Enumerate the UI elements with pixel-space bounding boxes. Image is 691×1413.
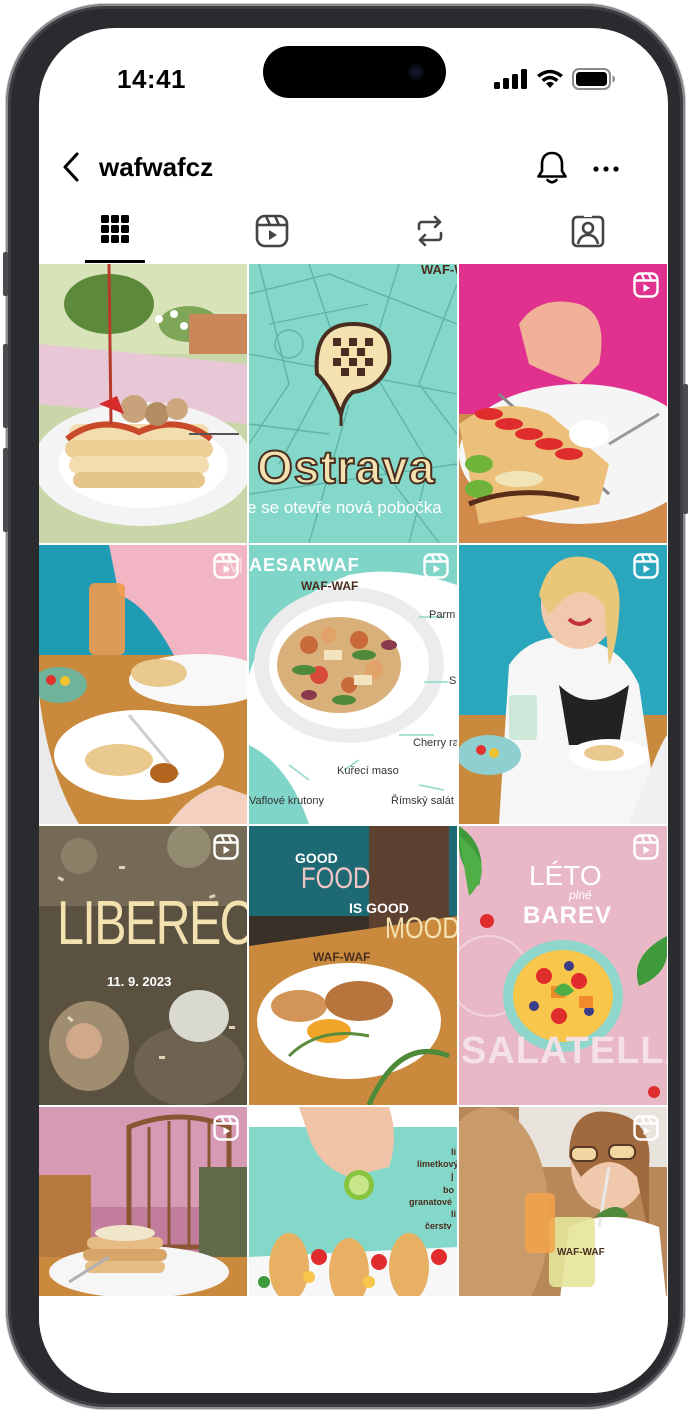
ingredient-label-5: Vaflové krutony [249, 795, 325, 807]
wifi-icon [537, 69, 563, 88]
recipe-text-5: granatové [409, 1197, 453, 1207]
repost-icon [417, 215, 443, 247]
post-text-barev: BAREV [523, 902, 613, 929]
reels-badge-icon [213, 553, 239, 579]
volume-up-button [3, 344, 8, 428]
grid-post-11[interactable]: li limetkový j bo granatové li čerstv [249, 1107, 457, 1306]
post-caption-text: e se otevře nová pobočka [249, 498, 442, 517]
grid-post-5[interactable]: AESARWAF WAF-WAF Parm S Cherry ra Kuřecí… [249, 545, 457, 824]
status-time: 14:41 [117, 64, 186, 94]
dynamic-island [263, 46, 446, 98]
active-tab-indicator [85, 260, 145, 263]
grid-post-9[interactable]: LÉTO plné BAREV SALATELLA [459, 826, 667, 1105]
post-image [39, 826, 247, 1105]
grid-post-2[interactable]: WAF-WAF Ostrava e se otevře nová pobočka [249, 264, 457, 543]
post-image [39, 545, 247, 824]
grid-post-4[interactable]: M [39, 545, 247, 824]
reels-badge-icon [633, 553, 659, 579]
tab-posts-grid[interactable] [84, 208, 146, 264]
reels-badge-icon [423, 553, 449, 579]
post-image [459, 545, 667, 824]
volume-down-button [3, 448, 8, 532]
ingredient-label-6: Římský salát [391, 795, 454, 807]
profile-username[interactable]: wafwafcz [99, 152, 213, 183]
post-logo-text: WAF-WAF [313, 950, 371, 964]
profile-header: wafwafcz [39, 136, 668, 200]
reels-badge-icon [633, 834, 659, 860]
post-logo-text: WAF-WAF [301, 579, 359, 593]
post-logo-text: WAF-WAF [421, 264, 457, 277]
recipe-text-1: li [451, 1147, 457, 1157]
reels-badge-icon [633, 272, 659, 298]
screen: 14:41 wafwafcz WAF- Ostrava e se otevře … [39, 28, 668, 1393]
post-title-text: AESARWAF [249, 555, 360, 575]
recipe-text-4: bo [443, 1185, 454, 1195]
post-image [459, 264, 667, 543]
post-text-food: FOOD [301, 862, 371, 895]
reels-badge-icon [213, 834, 239, 860]
post-text-plne: plné [569, 888, 592, 902]
post-text-mood: MOOD [385, 912, 457, 945]
power-button [683, 384, 688, 514]
post-city-text: Ostrava [256, 440, 436, 494]
grid-post-7[interactable]: LIBEREC 11. 9. 2023 [39, 826, 247, 1105]
ingredient-label-3: Cherry ra [413, 737, 457, 749]
grid-post-6[interactable] [459, 545, 667, 824]
post-date-text: 11. 9. 2023 [107, 974, 172, 989]
more-options-button[interactable] [591, 154, 621, 184]
grid-post-3[interactable] [459, 264, 667, 543]
more-horizontal-icon [593, 166, 619, 172]
recipe-text-2: limetkový [417, 1159, 457, 1169]
status-icons [494, 68, 616, 90]
tagged-person-icon [571, 214, 605, 248]
ingredient-label-2: S [449, 675, 457, 687]
grid-icon [101, 215, 129, 243]
post-city-text: LIBEREC [57, 889, 247, 958]
phone-frame: 14:41 wafwafcz WAF- Ostrava e se otevře … [3, 4, 688, 1409]
notifications-button[interactable] [535, 150, 569, 186]
camera-icon [408, 64, 424, 80]
mute-switch [3, 252, 8, 296]
bottom-area [39, 1296, 668, 1393]
reels-badge-icon [213, 1115, 239, 1141]
post-logo-text: WAF-WAF [557, 1247, 605, 1258]
post-image [39, 264, 247, 543]
tab-tagged[interactable] [557, 208, 619, 264]
bell-icon [537, 151, 567, 184]
back-button[interactable] [55, 150, 89, 184]
recipe-text-3: j [451, 1171, 454, 1181]
profile-tabs [39, 208, 668, 264]
reels-icon [255, 214, 289, 248]
ingredient-label-1: Parm [429, 609, 456, 621]
tab-reels[interactable] [241, 208, 303, 264]
status-bar: 14:41 [39, 28, 668, 128]
chevron-left-icon [63, 152, 79, 182]
grid-post-1[interactable] [39, 264, 247, 543]
tab-reposts[interactable] [399, 208, 461, 264]
battery-icon [572, 68, 615, 90]
reels-badge-icon [633, 1115, 659, 1141]
cellular-signal-icon [494, 69, 527, 89]
ingredient-label-4: Kuřecí maso [337, 765, 399, 777]
recipe-text-7: čerstv [425, 1221, 452, 1231]
post-text-salatella: SALATELLA [461, 1030, 667, 1072]
recipe-text-6: li [451, 1209, 457, 1219]
grid-post-8[interactable]: GOOD FOOD IS GOOD MOOD WAF-WAF [249, 826, 457, 1105]
